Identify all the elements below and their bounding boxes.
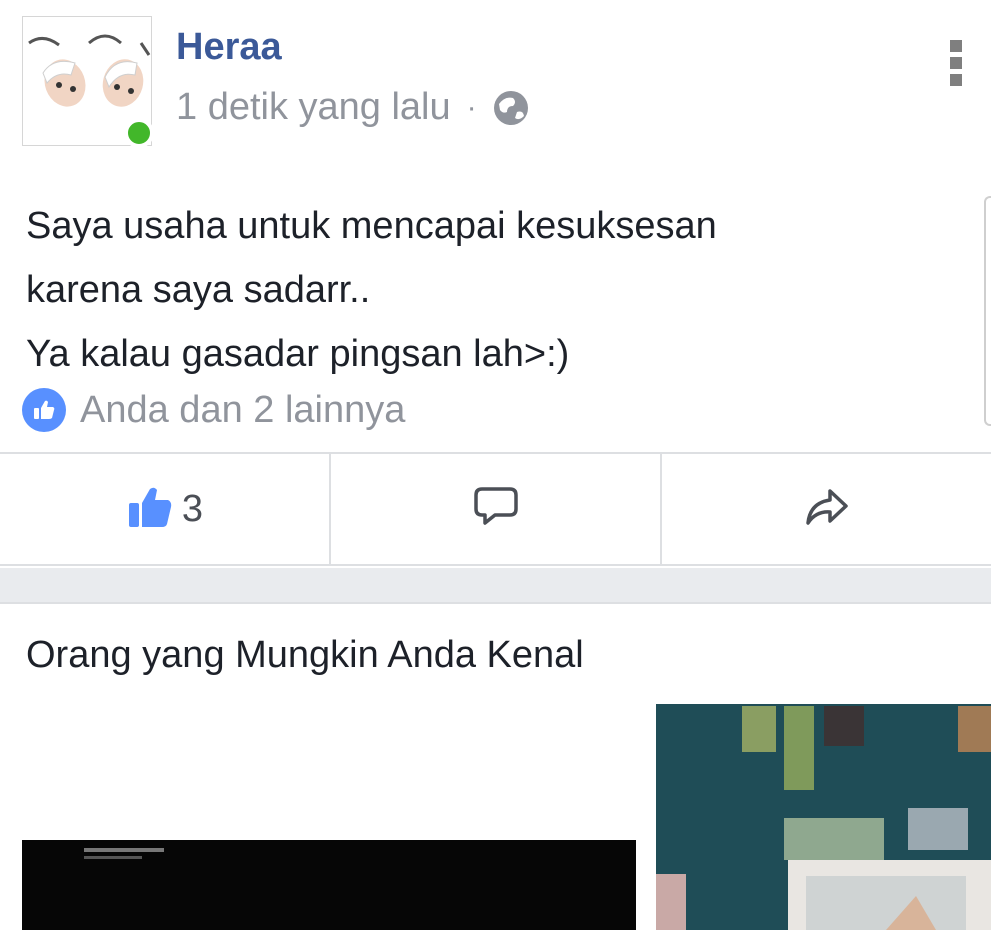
post-meta: 1 detik yang lalu ·: [176, 86, 531, 129]
post-text-line: Ya kalau gasadar pingsan lah>:): [26, 333, 570, 375]
right-edge-frame: [984, 196, 991, 426]
feed-separator: [0, 568, 991, 602]
reaction-summary-text: Anda dan 2 lainnya: [80, 388, 406, 431]
feed-post: Heraa 1 detik yang lalu · Saya usaha unt…: [0, 0, 991, 568]
comment-button[interactable]: [329, 454, 660, 564]
share-button[interactable]: [660, 454, 991, 564]
post-text-line: karena saya sadarr..: [26, 269, 371, 311]
post-text-line: Saya usaha untuk mencapai kesuksesan: [26, 205, 717, 247]
more-vertical-icon[interactable]: [946, 40, 966, 86]
post-action-bar: 3: [0, 452, 991, 566]
thumbs-up-icon: [126, 483, 174, 536]
like-count: 3: [181, 487, 204, 530]
suggestion-card-photo[interactable]: [656, 704, 991, 930]
online-status-indicator: [124, 118, 154, 148]
like-button[interactable]: 3: [0, 454, 329, 564]
people-you-may-know-section: Orang yang Mungkin Anda Kenal: [0, 602, 991, 930]
comment-icon: [473, 486, 519, 533]
share-icon: [804, 487, 850, 532]
meta-separator: ·: [466, 90, 477, 124]
post-text: Saya usaha untuk mencapai kesuksesan kar…: [26, 194, 966, 386]
like-badge-icon: [22, 388, 66, 432]
section-title: Orang yang Mungkin Anda Kenal: [26, 634, 584, 676]
author-name[interactable]: Heraa: [176, 26, 282, 69]
reaction-summary[interactable]: Anda dan 2 lainnya: [22, 388, 405, 432]
post-timestamp[interactable]: 1 detik yang lalu: [176, 86, 451, 129]
globe-icon[interactable]: [491, 88, 531, 128]
suggestion-card-photo[interactable]: [22, 840, 636, 930]
